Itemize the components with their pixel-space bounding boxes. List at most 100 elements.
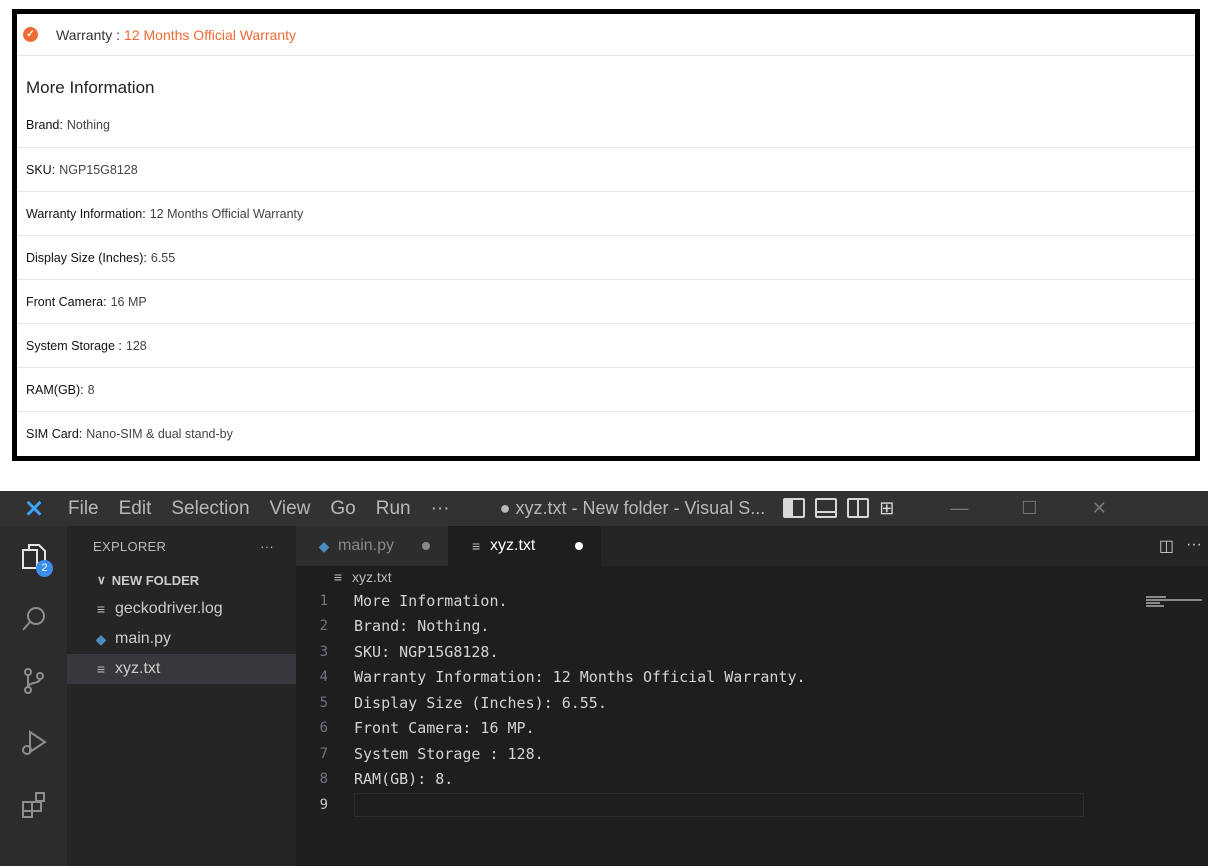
- customize-layout-icon[interactable]: ⊞: [879, 498, 894, 519]
- warranty-value: 12 Months Official Warranty: [124, 26, 296, 43]
- search-icon[interactable]: [0, 588, 67, 650]
- info-key: SKU:: [26, 162, 56, 177]
- layout-controls: ⊞: [783, 498, 894, 519]
- more-actions-icon[interactable]: ···: [1186, 536, 1202, 556]
- folder-header[interactable]: ∨ NEW FOLDER: [67, 566, 296, 594]
- info-key: Brand:: [26, 118, 63, 132]
- tab-xyz-txt[interactable]: ≡ xyz.txt: [448, 526, 602, 566]
- code-line: 1 More Information.: [296, 588, 1208, 614]
- files-icon[interactable]: 2: [0, 526, 67, 588]
- search-glyph: [21, 607, 45, 631]
- run-debug-glyph: [21, 730, 47, 755]
- breadcrumb[interactable]: ≡ xyz.txt: [296, 566, 1208, 588]
- code-line: 6 Front Camera: 16 MP.: [296, 716, 1208, 742]
- info-value: NGP15G8128: [59, 162, 138, 177]
- file-name: xyz.txt: [115, 660, 161, 677]
- tab-main-py[interactable]: ◆ main.py: [296, 526, 449, 566]
- split-editor-icon[interactable]: ◫: [1159, 536, 1174, 556]
- file-item-xyz-txt[interactable]: ≡ xyz.txt: [67, 654, 296, 684]
- info-row-sim-card: SIM Card: Nano-SIM & dual stand-by: [17, 412, 1195, 456]
- editor-area: ◆ main.py ≡ xyz.txt ◫ ··· ≡ xyz.txt 1 Mor…: [296, 526, 1208, 866]
- file-item-main-py[interactable]: ◆ main.py: [67, 624, 296, 654]
- info-value: Nothing: [66, 118, 110, 132]
- line-number: 5: [319, 694, 328, 711]
- line-text: System Storage : 128.: [354, 744, 544, 763]
- info-row-warranty-information: Warranty Information: 12 Months Official…: [17, 192, 1195, 236]
- file-item-geckodriver-log[interactable]: ≡ geckodriver.log: [67, 594, 296, 624]
- warranty-badge-icon: ✓: [23, 27, 38, 42]
- toggle-panel-icon[interactable]: [815, 498, 838, 518]
- minimize-icon[interactable]: —: [924, 498, 994, 519]
- info-row-system-storage: System Storage : 128: [17, 324, 1195, 368]
- minimap[interactable]: [1146, 596, 1202, 612]
- code-line-current: 9: [296, 792, 1208, 818]
- explorer-title: EXPLORER: [93, 538, 167, 554]
- menu-selection[interactable]: Selection: [171, 498, 249, 520]
- info-row-sku: SKU: NGP15G8128: [17, 148, 1195, 192]
- menu-view[interactable]: View: [270, 498, 311, 520]
- product-info-panel: ✓ Warranty : 12 Months Official Warranty…: [12, 9, 1200, 461]
- menu-run[interactable]: Run: [376, 498, 411, 520]
- line-number: 8: [319, 771, 328, 788]
- line-text: More Information.: [354, 591, 508, 610]
- folder-name: NEW FOLDER: [111, 572, 200, 588]
- line-text: SKU: NGP15G8128.: [354, 642, 499, 661]
- maximize-icon[interactable]: ☐: [994, 498, 1064, 519]
- run-debug-icon[interactable]: [0, 712, 67, 774]
- menu-go[interactable]: Go: [330, 498, 355, 520]
- menu-edit[interactable]: Edit: [119, 498, 152, 520]
- extensions-icon[interactable]: [0, 774, 67, 836]
- info-value: Nano-SIM & dual stand-by: [86, 427, 233, 441]
- file-name: main.py: [115, 630, 172, 647]
- minimap-line: [1146, 596, 1166, 598]
- menu-more[interactable]: ···: [431, 498, 450, 520]
- code-editor[interactable]: 1 More Information. 2 Brand: Nothing. 3 SKU…: [296, 588, 1208, 818]
- info-row-front-camera: Front Camera: 16 MP: [17, 280, 1195, 324]
- line-number: 3: [319, 643, 328, 660]
- code-line: 7 System Storage : 128.: [296, 741, 1208, 767]
- info-key: SIM Card:: [26, 427, 83, 441]
- text-file-icon: ≡: [96, 601, 106, 617]
- info-value: 6.55: [150, 250, 176, 265]
- breadcrumb-file: xyz.txt: [352, 569, 392, 585]
- warranty-row: ✓ Warranty : 12 Months Official Warranty: [17, 14, 1195, 56]
- vscode-window: ⨯ File Edit Selection View Go Run ··· ● …: [0, 491, 1208, 866]
- minimap-line: [1146, 605, 1164, 607]
- minimap-line: [1146, 602, 1160, 604]
- menu-file[interactable]: File: [68, 498, 99, 520]
- extensions-glyph: [21, 792, 45, 818]
- info-value: 8: [87, 382, 95, 397]
- line-number: 6: [319, 720, 328, 737]
- tab-label: main.py: [338, 537, 395, 554]
- info-value: 16 MP: [110, 294, 147, 309]
- explorer-badge: 2: [36, 560, 53, 577]
- code-line: 4 Warranty Information: 12 Months Officia…: [296, 665, 1208, 691]
- toggle-primary-sidebar-icon[interactable]: [783, 498, 806, 518]
- vscode-logo-icon[interactable]: ⨯: [0, 491, 68, 526]
- python-file-icon: ◆: [318, 537, 330, 554]
- chevron-down-icon: ∨: [97, 573, 106, 587]
- info-key: Warranty Information:: [26, 206, 146, 221]
- line-number: 1: [319, 592, 328, 609]
- text-file-icon: ≡: [471, 538, 481, 554]
- warranty-label: Warranty :: [56, 26, 121, 43]
- code-line: 5 Display Size (Inches): 6.55.: [296, 690, 1208, 716]
- source-control-icon[interactable]: [0, 650, 67, 712]
- minimap-line: [1146, 599, 1202, 601]
- explorer-more-actions[interactable]: ···: [260, 539, 274, 554]
- line-text: Display Size (Inches): 6.55.: [354, 693, 607, 712]
- line-text: RAM(GB): 8.: [354, 770, 454, 789]
- title-bar: ⨯ File Edit Selection View Go Run ··· ● …: [0, 491, 1208, 526]
- editor-actions: ◫ ···: [1159, 536, 1202, 556]
- code-line: 2 Brand: Nothing.: [296, 614, 1208, 640]
- info-key: RAM(GB):: [26, 382, 84, 397]
- unsaved-dot-icon[interactable]: [422, 542, 431, 550]
- explorer-header: EXPLORER ···: [67, 526, 296, 566]
- toggle-secondary-sidebar-icon[interactable]: [847, 498, 870, 518]
- line-number: 7: [319, 745, 328, 762]
- unsaved-dot-icon[interactable]: [575, 542, 584, 550]
- activity-bar: 2: [0, 526, 67, 866]
- close-icon[interactable]: ✕: [1064, 498, 1134, 519]
- window-controls: — ☐ ✕: [924, 498, 1134, 519]
- file-name: geckodriver.log: [115, 600, 223, 617]
